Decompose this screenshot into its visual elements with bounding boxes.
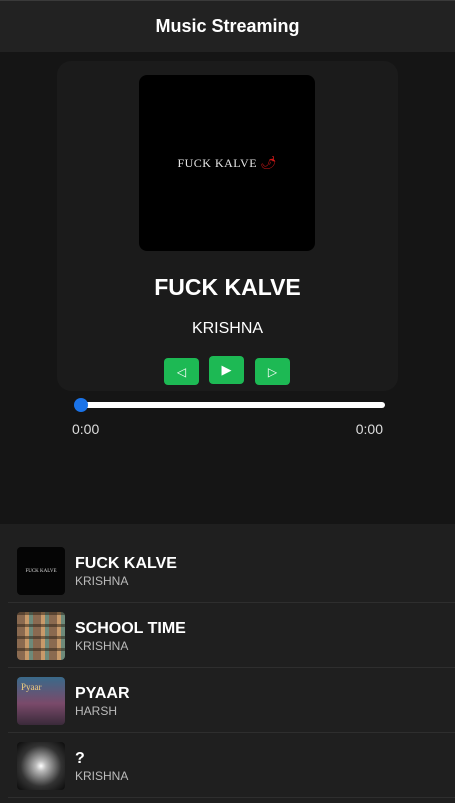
album-cover: FUCK KALVE 🌶: [139, 75, 315, 251]
playlist-item[interactable]: Pyaar PYAAR HARSH: [8, 668, 455, 733]
playlist-item-artist: KRISHNA: [75, 639, 129, 653]
thumb-text: FUCK KALVE: [25, 568, 57, 574]
next-icon: ▷: [267, 364, 278, 379]
app-header: Music Streaming: [0, 0, 455, 52]
chili-icon: 🌶: [260, 155, 277, 170]
playlist-item-title: ?: [75, 750, 85, 767]
playlist-item[interactable]: SCHOOL TIME KRISHNA: [8, 603, 455, 668]
seek-thumb[interactable]: [74, 398, 88, 412]
album-art-kalve-icon: FUCK KALVE: [17, 547, 65, 595]
player-area: FUCK KALVE 🌶 FUCK KALVE KRISHNA ◁ ▶ ▷ 0:…: [0, 52, 455, 524]
duration: 0:00: [355, 421, 383, 437]
playlist-item-artist: KRISHNA: [75, 769, 129, 783]
play-button[interactable]: ▶: [209, 356, 244, 384]
playlist-item-title: PYAAR: [75, 685, 130, 702]
seek-track[interactable]: [75, 402, 385, 408]
album-cover-text: FUCK KALVE: [177, 155, 258, 170]
app-title: Music Streaming: [155, 16, 300, 36]
current-time: 0:00: [72, 421, 100, 437]
playlist: FUCK KALVE FUCK KALVE KRISHNA SCHOOL TIM…: [0, 524, 455, 803]
playback-controls: ◁ ▶ ▷: [164, 356, 291, 385]
playlist-item[interactable]: ? KRISHNA: [8, 733, 455, 798]
playlist-item-artist: KRISHNA: [75, 574, 129, 588]
playlist-item-artist: HARSH: [75, 704, 118, 718]
play-icon: ▶: [221, 362, 232, 377]
track-title: FUCK KALVE: [154, 274, 301, 300]
playlist-item[interactable]: FUCK KALVE FUCK KALVE KRISHNA: [8, 538, 455, 603]
album-art-school-time-icon: [17, 612, 65, 660]
track-artist: KRISHNA: [191, 320, 264, 337]
seek-slider[interactable]: [74, 398, 385, 412]
thumb-text: Pyaar: [21, 682, 42, 692]
album-art-pyaar-icon: Pyaar: [17, 677, 65, 725]
playlist-item-title: SCHOOL TIME: [75, 620, 186, 637]
previous-icon: ◁: [176, 364, 187, 379]
previous-button[interactable]: ◁: [164, 358, 199, 385]
playlist-item-title: FUCK KALVE: [75, 555, 177, 572]
album-art-question-icon: [17, 742, 65, 790]
next-button[interactable]: ▷: [255, 358, 290, 385]
